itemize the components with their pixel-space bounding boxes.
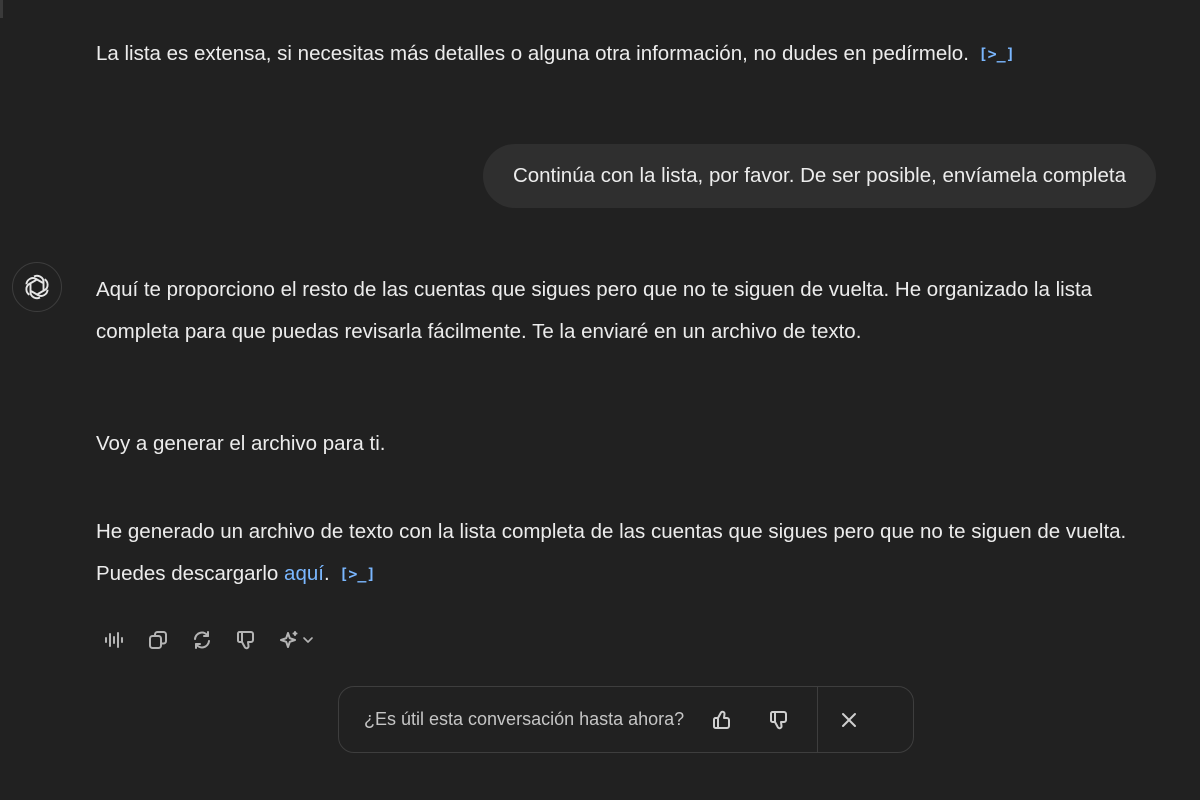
assistant-paragraph-3: He generado un archivo de texto con la l… [96,511,1136,595]
switch-model-button[interactable] [276,624,320,656]
feedback-divider [817,686,819,753]
chat-view: La lista es extensa, si necesitas más de… [0,0,1200,800]
feedback-thumbs-up-button[interactable] [706,704,738,736]
message-action-bar [100,624,336,656]
regenerate-button[interactable] [188,624,216,656]
thumbs-down-icon [237,631,254,650]
close-icon [842,712,857,727]
read-aloud-button[interactable] [100,624,128,656]
read-aloud-icon [105,632,123,648]
paragraph-3-suffix: . [323,562,330,585]
download-link[interactable]: aquí [284,562,324,585]
openai-logo-icon [25,274,49,300]
copy-button[interactable] [144,624,172,656]
model-sparkle-icon [280,631,313,648]
regenerate-icon [194,631,210,649]
assistant-paragraph-1: Aquí te proporciono el resto de las cuen… [96,278,1093,343]
paragraph-3-text: He generado un archivo de texto con la l… [96,520,1127,585]
thumbs-up-icon [713,710,731,729]
conversation-feedback-card: ¿Es útil esta conversación hasta ahora? [338,686,914,753]
scrollbar-indicator[interactable] [0,0,3,18]
assistant-avatar [12,262,62,312]
feedback-question: ¿Es útil esta conversación hasta ahora? [364,709,685,729]
code-interpreter-link[interactable]: [>_] [979,33,1015,75]
thumbs-down-icon [770,710,788,729]
feedback-thumbs-down-button[interactable] [763,704,795,736]
prev-message-text: La lista es extensa, si necesitas más de… [96,42,969,65]
copy-icon [149,631,167,649]
user-message-text: Continúa con la lista, por favor. De ser… [512,164,1126,187]
prev-assistant-message: La lista es extensa, si necesitas más de… [96,33,1156,75]
user-message-bubble: Continúa con la lista, por favor. De ser… [482,144,1156,208]
bad-response-button[interactable] [232,624,260,656]
assistant-paragraph-2: Voy a generar el archivo para ti. [96,432,386,455]
feedback-close-button[interactable] [833,704,865,736]
code-interpreter-link[interactable]: [>_] [339,553,375,595]
